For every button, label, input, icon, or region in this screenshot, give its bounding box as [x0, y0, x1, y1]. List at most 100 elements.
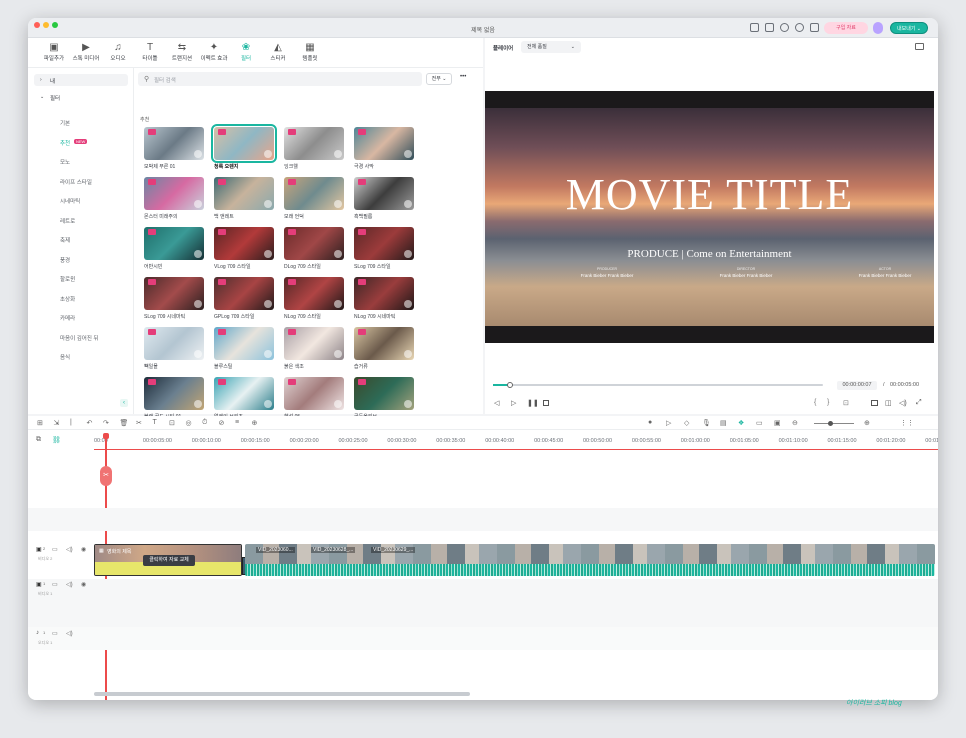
sidebar-item-8[interactable]: 할로윈 — [60, 275, 75, 283]
download-icon[interactable] — [194, 350, 202, 358]
filter-thumbnail[interactable] — [144, 327, 204, 360]
filter-thumbnail[interactable] — [214, 227, 274, 260]
download-icon[interactable] — [264, 350, 272, 358]
sidebar-item-1[interactable]: 추천 — [60, 139, 70, 147]
download-icon[interactable] — [264, 400, 272, 408]
tool-add-file[interactable]: ▣ 파일추가 — [36, 42, 72, 62]
tool-effects[interactable]: ✦ 이펙트 효과 — [196, 42, 232, 62]
filter-thumbnail[interactable] — [284, 377, 344, 410]
mark-in-icon[interactable]: { — [814, 399, 816, 406]
tool-filters[interactable]: ❀ 필터 — [228, 42, 264, 62]
split-marker-icon[interactable]: ✂ — [100, 466, 112, 486]
filter-thumbnail[interactable] — [214, 377, 274, 410]
download-icon[interactable] — [264, 250, 272, 258]
color-icon[interactable]: ◎ — [186, 419, 192, 427]
mask-icon[interactable]: ⊘ — [219, 419, 225, 427]
filter-thumbnail[interactable] — [354, 377, 414, 410]
stop-icon[interactable] — [543, 400, 549, 406]
download-icon[interactable] — [194, 150, 202, 158]
playhead-handle[interactable] — [103, 433, 109, 439]
tool-titles[interactable]: T 타이틀 — [132, 42, 168, 62]
sidebar-item-10[interactable]: 카메라 — [60, 314, 75, 322]
sidebar-item-9[interactable]: 초상화 — [60, 295, 75, 303]
sidebar-item-4[interactable]: 시네마틱 — [60, 197, 80, 205]
ai-icon[interactable]: ❖ — [738, 419, 744, 427]
audio-detach-icon[interactable]: ⊕ — [252, 419, 258, 427]
sidebar-item-5[interactable]: 레트로 — [60, 217, 75, 225]
player-tab[interactable]: 플레이어 — [493, 44, 513, 52]
play-pause-icon[interactable]: ❚❚ — [527, 399, 539, 407]
sidebar-item-filter[interactable]: ⌄ 필터 — [34, 91, 128, 103]
download-icon[interactable] — [194, 200, 202, 208]
download-icon[interactable] — [334, 300, 342, 308]
filter-thumbnail[interactable] — [144, 277, 204, 310]
filter-thumbnail[interactable] — [144, 377, 204, 410]
quality-dropdown[interactable]: 전체 품질 ⌄ — [521, 41, 581, 53]
download-icon[interactable] — [194, 250, 202, 258]
video-preview[interactable]: MOVIE TITLE PRODUCE | Come on Entertainm… — [485, 91, 934, 343]
collapse-sidebar-icon[interactable]: ‹ — [120, 399, 128, 407]
filter-thumbnail[interactable] — [214, 327, 274, 360]
sidebar-item-3[interactable]: 라이프 스타일 — [60, 178, 92, 186]
download-icon[interactable] — [264, 150, 272, 158]
speed-icon[interactable]: ⏱ — [202, 419, 207, 427]
layout-icon[interactable] — [750, 23, 759, 32]
download-icon[interactable] — [334, 200, 342, 208]
visibility-icon[interactable]: ◉ — [81, 546, 86, 553]
filter-thumbnail[interactable] — [284, 327, 344, 360]
filter-thumbnail[interactable] — [144, 127, 204, 160]
next-frame-icon[interactable]: ▷ — [511, 399, 516, 407]
zoom-in-icon[interactable]: ⊕ — [864, 419, 870, 427]
camera-icon[interactable]: ◫ — [885, 399, 892, 407]
tool-templates[interactable]: ▦ 템플릿 — [292, 42, 328, 62]
sidebar-item-6[interactable]: 축제 — [60, 236, 70, 244]
tool-transitions[interactable]: ⇆ 트랜지션 — [164, 42, 200, 62]
undo-icon[interactable]: ↶ — [87, 419, 93, 427]
link-icon[interactable]: ⛓ — [52, 436, 61, 444]
filter-thumbnail[interactable] — [144, 177, 204, 210]
sidebar-item-7[interactable]: 풍경 — [60, 256, 70, 264]
tool-stickers[interactable]: ◭ 스티커 — [260, 42, 296, 62]
sidebar-item-11[interactable]: 마음이 깊어진 뒤 — [60, 334, 98, 342]
sidebar-item-12[interactable]: 음식 — [60, 353, 70, 361]
redo-icon[interactable]: ↷ — [103, 419, 109, 427]
download-icon[interactable] — [334, 400, 342, 408]
pip-icon[interactable]: ▭ — [756, 419, 763, 427]
cut-icon[interactable]: ✂ — [136, 419, 142, 427]
adjust-icon[interactable]: ≡ — [235, 419, 239, 426]
filter-thumbnail[interactable] — [284, 177, 344, 210]
avatar[interactable] — [873, 22, 883, 34]
filter-thumbnail[interactable] — [354, 327, 414, 360]
gift-icon[interactable] — [810, 23, 819, 32]
download-icon[interactable] — [194, 300, 202, 308]
zoom-slider[interactable] — [814, 423, 854, 424]
playback-progress-track[interactable] — [493, 382, 823, 388]
export-button[interactable]: 내보내기 ⌄ — [890, 22, 928, 34]
playhead-knob[interactable] — [506, 382, 513, 388]
cloud-icon[interactable] — [780, 23, 789, 32]
prev-frame-icon[interactable]: ◁ — [494, 399, 499, 407]
fullscreen-icon[interactable]: ⤢ — [916, 399, 922, 407]
filter-thumbnail[interactable] — [354, 127, 414, 160]
folder-icon[interactable]: ▭ — [52, 546, 58, 553]
save-icon[interactable] — [765, 23, 774, 32]
folder-icon[interactable]: ▭ — [52, 630, 58, 637]
filter-thumbnail[interactable] — [354, 227, 414, 260]
horizontal-scrollbar[interactable] — [94, 692, 470, 696]
download-icon[interactable] — [194, 400, 202, 408]
download-icon[interactable] — [334, 150, 342, 158]
delete-icon[interactable]: 🗑 — [120, 419, 129, 427]
record-icon[interactable]: ● — [648, 419, 652, 426]
title-clip[interactable]: ▦ 영화의 제목 클릭하여 자료 교체 — [94, 544, 242, 576]
mute-icon[interactable]: ◁) — [66, 546, 73, 553]
layout-icon[interactable]: ⋮⋮ — [900, 419, 914, 427]
filter-thumbnail[interactable] — [214, 277, 274, 310]
display-icon[interactable] — [871, 400, 878, 406]
download-icon[interactable] — [264, 200, 272, 208]
snapshot-icon[interactable]: ▣ — [774, 419, 781, 427]
render-preview-icon[interactable]: ⊡ — [843, 399, 849, 407]
filter-thumbnail[interactable] — [144, 227, 204, 260]
filter-thumbnail[interactable] — [214, 177, 274, 210]
more-options-icon[interactable]: ••• — [460, 74, 466, 80]
search-input[interactable]: ⚲ 필터 검색 — [138, 72, 422, 86]
